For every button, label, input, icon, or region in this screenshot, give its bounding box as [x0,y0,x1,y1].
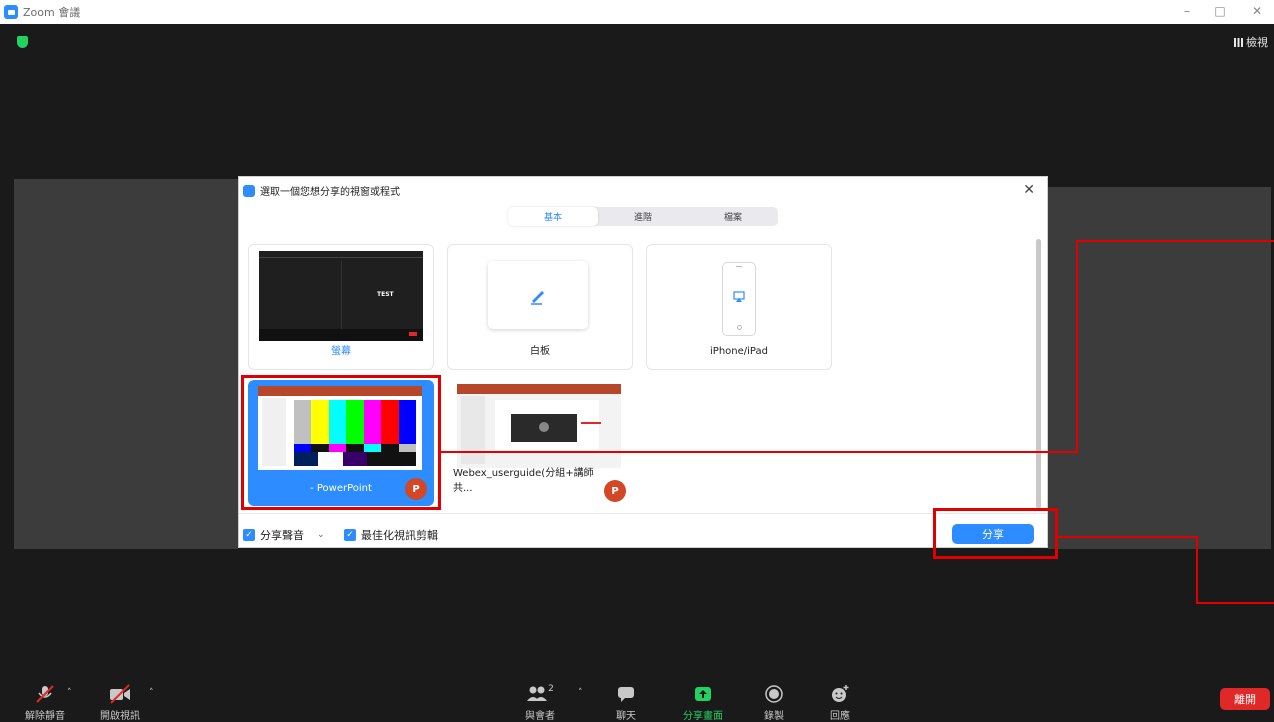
share-tabs: 基本 進階 檔案 [508,207,778,226]
annotation-line [1196,536,1198,604]
whiteboard-preview [488,261,588,329]
close-window-icon[interactable]: ✕ [1250,4,1264,18]
tab-advanced[interactable]: 進階 [598,207,688,226]
view-label: 檢視 [1246,36,1268,49]
annotation-line [1058,536,1198,538]
dialog-close-icon[interactable]: ✕ [1023,182,1035,198]
caret-up-icon[interactable]: ˄ [67,688,72,698]
unmute-button[interactable]: 解除靜音 [15,684,75,722]
share-option-iphone-ipad[interactable]: iPhone/iPad [646,244,832,370]
dialog-title: 選取一個您想分享的視窗或程式 [260,187,400,198]
participants-button[interactable]: 2 與會者 [510,684,570,722]
grid-view-icon [1234,37,1243,47]
record-label: 錄製 [764,711,784,722]
tab-files[interactable]: 檔案 [688,207,778,226]
chat-label: 聊天 [616,711,636,722]
start-video-label: 開啟視訊 [100,711,140,722]
optimize-video-option[interactable]: ✓ 最佳化視訊剪輯 [344,527,438,543]
annotation-line [1076,240,1078,453]
video-tile-left [14,179,238,549]
webex-app-label: Webex_userguide(分組+講師共... [453,468,594,494]
caret-up-icon[interactable]: ˄ [149,688,154,698]
reaction-emoji-icon [832,685,849,702]
participants-icon [527,686,548,701]
highlight-share-button [933,508,1058,559]
airplay-icon [733,291,745,302]
screen-thumbnail: TEST [259,251,423,341]
video-off-icon [110,684,130,704]
caret-up-icon[interactable]: ˄ [578,688,583,698]
chevron-down-icon[interactable]: ⌄ [317,530,325,540]
annotation-line [1196,602,1274,604]
phone-preview [722,262,756,336]
dialog-scrollbar[interactable] [1036,239,1041,509]
chat-button[interactable]: 聊天 [596,684,656,722]
share-option-whiteboard[interactable]: 白板 [447,244,633,370]
record-button[interactable]: 錄製 [744,684,804,722]
muted-mic-icon [36,685,54,703]
pen-icon [531,291,544,305]
share-option-screen[interactable]: TEST 螢幕 [248,244,434,370]
start-video-button[interactable]: 開啟視訊 [90,684,150,722]
reactions-label: 回應 [830,711,850,722]
webex-thumbnail [457,384,621,468]
zoom-app-icon [243,184,255,197]
dialog-title-bar: 選取一個您想分享的視窗或程式 [243,183,400,198]
restore-icon[interactable]: □ [1213,4,1227,18]
record-icon [765,685,783,703]
share-screen-icon [695,687,711,701]
annotation-line [441,451,1077,453]
screen-option-label: 螢幕 [331,346,351,357]
footer-divider [239,513,1047,514]
view-button[interactable]: 檢視 [1234,34,1268,50]
checkbox-checked-icon[interactable]: ✓ [344,529,356,541]
share-audio-option[interactable]: ✓ 分享聲音 ⌄ [243,527,325,543]
annotation-line [1076,240,1274,242]
share-screen-button[interactable]: 分享畫面 [673,684,733,722]
zoom-app-icon [4,5,18,19]
share-audio-label: 分享聲音 [260,529,304,542]
participants-count: 2 [548,684,554,694]
leave-button[interactable]: 離開 [1220,688,1270,710]
chat-icon [618,687,634,702]
window-titlebar: Zoom 會議 – □ ✕ [0,0,1274,24]
minimize-icon[interactable]: – [1180,4,1194,18]
iphone-ipad-option-label: iPhone/iPad [710,346,768,357]
powerpoint-icon: P [604,480,626,502]
unmute-label: 解除靜音 [25,711,65,722]
screen-thumb-text: TEST [377,291,394,298]
optimize-video-label: 最佳化視訊剪輯 [361,529,438,542]
tab-basic[interactable]: 基本 [508,207,598,226]
share-app-webex-userguide[interactable]: Webex_userguide(分組+講師共... P [447,380,633,506]
share-screen-label: 分享畫面 [683,711,723,722]
security-shield-icon[interactable] [17,36,28,48]
reactions-button[interactable]: 回應 [810,684,870,722]
participants-label: 與會者 [525,711,555,722]
window-title: Zoom 會議 [23,6,81,19]
checkbox-checked-icon[interactable]: ✓ [243,529,255,541]
highlight-powerpoint [241,375,441,510]
whiteboard-option-label: 白板 [530,346,550,357]
meeting-toolbar: 解除靜音 ˄ 開啟視訊 ˄ 2 與會者 ˄ 聊天 分享畫面 錄製 回應 [0,676,1274,722]
